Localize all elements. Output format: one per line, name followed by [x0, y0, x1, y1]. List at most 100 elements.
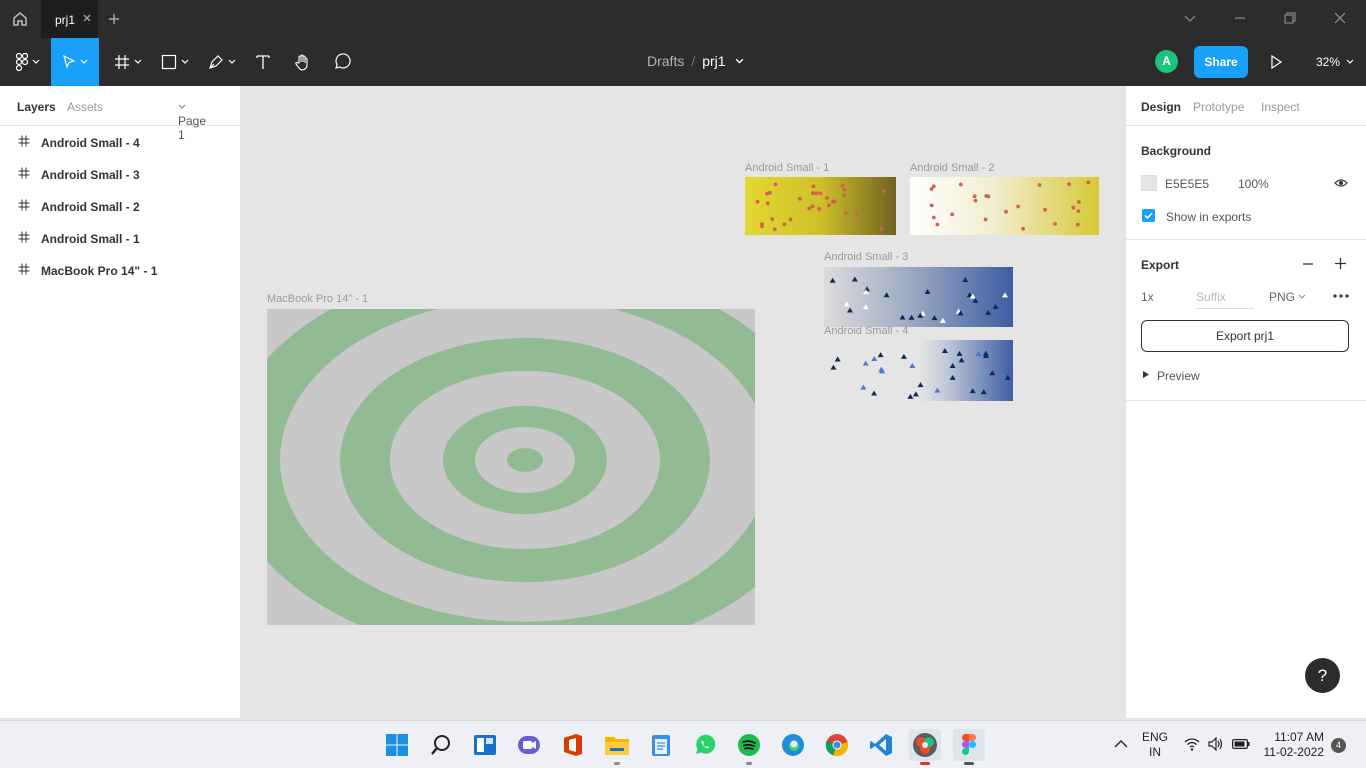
help-button[interactable]: ? [1305, 658, 1340, 693]
frame-label-android-4[interactable]: Android Small - 4 [824, 325, 908, 337]
chevron-down-icon [1298, 294, 1306, 299]
taskbar-vscode[interactable] [865, 729, 897, 761]
edge-browser-icon [782, 734, 804, 756]
taskbar-file-explorer[interactable] [601, 729, 633, 765]
show-in-exports-label: Show in exports [1166, 210, 1252, 224]
frame-tool-button[interactable] [108, 38, 148, 86]
zoom-menu[interactable]: 32% [1316, 55, 1354, 69]
breadcrumb: Drafts / prj1 [647, 53, 744, 69]
canvas[interactable]: Android Small - 1 Android Small - 2 Andr… [241, 86, 1125, 718]
minus-icon[interactable] [1302, 258, 1314, 270]
taskbar-search[interactable] [425, 729, 457, 761]
taskbar-spotify[interactable] [733, 729, 765, 765]
chevron-up-icon[interactable] [1114, 739, 1128, 749]
background-color-swatch[interactable] [1141, 175, 1157, 191]
close-window-icon[interactable] [1333, 11, 1347, 25]
present-play-icon[interactable] [1268, 54, 1284, 70]
taskbar-whatsapp[interactable] [689, 729, 721, 761]
avatar[interactable]: A [1155, 50, 1178, 73]
export-format-select[interactable]: PNG [1269, 290, 1306, 304]
home-button[interactable] [0, 0, 40, 38]
move-tool-button[interactable] [51, 38, 99, 86]
tab-prototype[interactable]: Prototype [1193, 100, 1244, 114]
frame-label-android-1[interactable]: Android Small - 1 [745, 162, 829, 174]
wifi-icon[interactable] [1184, 737, 1200, 751]
design-panel: Design Prototype Inspect Background E5E5… [1125, 86, 1366, 718]
frame-android-small-4[interactable] [824, 340, 1013, 401]
frame-icon [18, 167, 30, 179]
chevron-down-icon[interactable] [735, 57, 744, 66]
background-title: Background [1141, 144, 1212, 158]
frame-android-small-2[interactable] [910, 177, 1099, 235]
toolbar: Drafts / prj1 A Share 32% [0, 38, 1366, 86]
figma-icon [962, 734, 976, 755]
chevron-down-icon[interactable] [1183, 11, 1197, 25]
more-options-icon[interactable] [1333, 294, 1349, 298]
share-button[interactable]: Share [1194, 46, 1248, 78]
layer-name: Android Small - 2 [41, 200, 140, 214]
tab-inspect[interactable]: Inspect [1261, 100, 1300, 114]
frame-android-small-1[interactable] [745, 177, 896, 235]
chevron-down-icon [80, 59, 88, 64]
file-tab[interactable]: prj1 [41, 0, 98, 38]
comment-tool-button[interactable] [329, 38, 355, 86]
language-indicator[interactable]: ENG IN [1142, 730, 1168, 760]
breadcrumb-file-name[interactable]: prj1 [702, 53, 725, 69]
export-button[interactable]: Export prj1 [1141, 320, 1349, 352]
page-selector[interactable]: Page 1 [178, 100, 206, 142]
title-bar: prj1 [0, 0, 1366, 38]
taskbar-widgets[interactable] [469, 729, 501, 761]
taskbar-edge[interactable] [777, 729, 809, 761]
frame-label-macbook[interactable]: MacBook Pro 14" - 1 [267, 293, 368, 305]
caret-right-icon[interactable] [1143, 371, 1149, 378]
spotify-icon [738, 734, 760, 756]
taskbar-figma-app[interactable] [909, 729, 941, 765]
taskbar-chrome[interactable] [821, 729, 853, 761]
restore-icon[interactable] [1283, 11, 1297, 25]
breadcrumb-drafts[interactable]: Drafts [647, 53, 684, 69]
background-hex[interactable]: E5E5E5 [1165, 177, 1209, 191]
frame-label-android-2[interactable]: Android Small - 2 [910, 162, 994, 174]
preview-toggle[interactable]: Preview [1157, 369, 1200, 383]
frame-android-small-3[interactable] [824, 267, 1013, 327]
export-suffix-input[interactable]: Suffix [1196, 290, 1254, 309]
layer-item[interactable]: MacBook Pro 14" - 1 [0, 254, 240, 286]
taskbar-office[interactable] [557, 729, 589, 761]
battery-icon[interactable] [1232, 739, 1250, 749]
taskbar-figma[interactable] [953, 729, 985, 765]
clock[interactable]: 11:07 AM 11-02-2022 [1262, 730, 1325, 760]
layer-item[interactable]: Android Small - 4 [0, 126, 240, 158]
minimize-icon[interactable] [1233, 11, 1247, 25]
text-tool-button[interactable] [250, 38, 276, 86]
close-icon[interactable] [81, 12, 93, 24]
hand-tool-button[interactable] [290, 38, 316, 86]
pen-tool-button[interactable] [202, 38, 242, 86]
plus-icon[interactable] [1334, 257, 1347, 270]
volume-icon[interactable] [1208, 737, 1224, 751]
rectangle-icon [161, 54, 177, 70]
show-in-exports-checkbox[interactable] [1142, 209, 1155, 222]
layer-item[interactable]: Android Small - 3 [0, 158, 240, 190]
tab-design[interactable]: Design [1141, 100, 1181, 114]
frame-macbook-pro[interactable] [267, 309, 755, 625]
layer-item[interactable]: Android Small - 2 [0, 190, 240, 222]
breadcrumb-separator: / [691, 53, 696, 69]
shape-tool-button[interactable] [155, 38, 195, 86]
plus-icon[interactable] [106, 11, 122, 27]
background-opacity[interactable]: 100% [1238, 177, 1269, 191]
taskbar-notepad[interactable] [645, 729, 677, 761]
eye-icon[interactable] [1334, 177, 1348, 189]
clock-time: 11:07 AM [1274, 730, 1324, 744]
notification-badge[interactable]: 4 [1331, 738, 1346, 753]
taskbar-teams-chat[interactable] [513, 729, 545, 761]
tab-layers[interactable]: Layers [17, 100, 56, 114]
taskbar-start[interactable] [381, 729, 413, 761]
clock-date: 11-02-2022 [1263, 745, 1325, 759]
export-scale[interactable]: 1x [1141, 290, 1154, 304]
layer-item[interactable]: Android Small - 1 [0, 222, 240, 254]
frame-label-android-3[interactable]: Android Small - 3 [824, 251, 908, 263]
tab-assets[interactable]: Assets [67, 100, 103, 114]
whatsapp-icon [696, 734, 716, 754]
main-menu-button[interactable] [8, 38, 48, 86]
concentric-rings-art [267, 309, 755, 625]
